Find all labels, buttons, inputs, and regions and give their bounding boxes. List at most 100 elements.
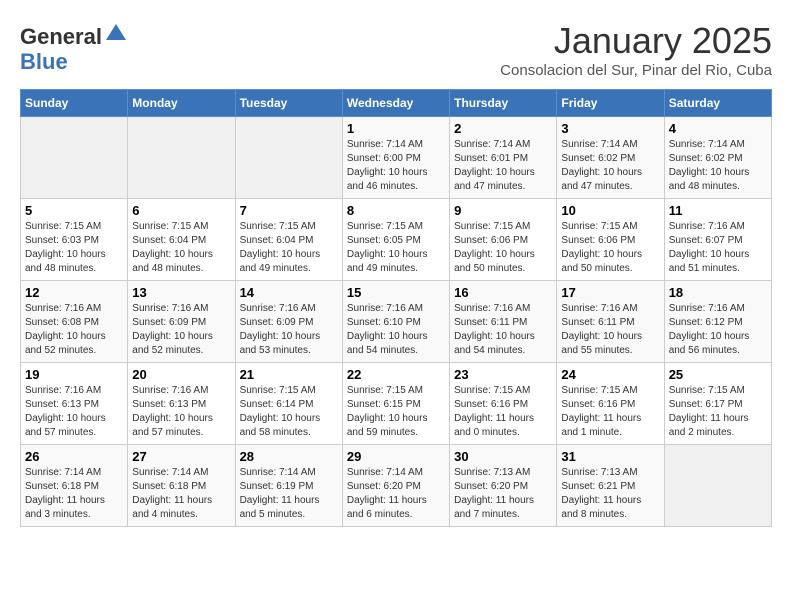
calendar-cell: 17Sunrise: 7:16 AM Sunset: 6:11 PM Dayli… [557,281,664,363]
day-number: 15 [347,285,445,300]
day-number: 12 [25,285,123,300]
calendar-cell: 26 Sunrise: 7:14 AM Sunset: 6:18 PM Dayli… [21,445,128,527]
day-header-wednesday: Wednesday [342,90,449,117]
calendar-table: SundayMondayTuesdayWednesdayThursdayFrid… [20,89,772,527]
day-info: Sunrise: 7:14 AM Sunset: 6:18 PM Dayligh… [25,466,123,522]
day-info: Sunrise: 7:15 AM Sunset: 6:16 PM Dayligh… [561,384,659,440]
day-number: 19 [25,367,123,382]
day-info: Sunrise: 7:14 AM Sunset: 6:02 PM Dayligh… [669,138,767,194]
day-number: 4 [669,121,767,136]
logo-blue: Blue [20,49,68,75]
calendar-cell [21,117,128,199]
day-info: Sunrise: 7:15 AM Sunset: 6:04 PM Dayligh… [240,220,338,276]
day-number: 17 [561,285,659,300]
calendar-cell: 24 Sunrise: 7:15 AM Sunset: 6:16 PM Dayli… [557,363,664,445]
week-row: 1Sunrise: 7:14 AM Sunset: 6:00 PM Daylig… [21,117,772,199]
day-number: 16 [454,285,552,300]
day-info: Sunrise: 7:15 AM Sunset: 6:14 PM Dayligh… [240,384,338,440]
day-number: 2 [454,121,552,136]
day-header-thursday: Thursday [450,90,557,117]
logo-general: General [20,24,102,49]
calendar-cell: 23 Sunrise: 7:15 AM Sunset: 6:16 PM Dayli… [450,363,557,445]
day-number: 23 [454,367,552,382]
calendar-cell: 2Sunrise: 7:14 AM Sunset: 6:01 PM Daylig… [450,117,557,199]
day-number: 1 [347,121,445,136]
calendar-cell: 3 Sunrise: 7:14 AM Sunset: 6:02 PM Daylig… [557,117,664,199]
day-number: 28 [240,449,338,464]
day-header-tuesday: Tuesday [235,90,342,117]
day-number: 6 [132,203,230,218]
calendar-cell: 11 Sunrise: 7:16 AM Sunset: 6:07 PM Dayli… [664,199,771,281]
day-info: Sunrise: 7:16 AM Sunset: 6:13 PM Dayligh… [25,384,123,440]
day-number: 31 [561,449,659,464]
day-info: Sunrise: 7:15 AM Sunset: 6:03 PM Dayligh… [25,220,123,276]
calendar-cell: 18Sunrise: 7:16 AM Sunset: 6:12 PM Dayli… [664,281,771,363]
day-info: Sunrise: 7:15 AM Sunset: 6:06 PM Dayligh… [561,220,659,276]
calendar-cell: 22 Sunrise: 7:15 AM Sunset: 6:15 PM Dayli… [342,363,449,445]
day-number: 26 [25,449,123,464]
day-info: Sunrise: 7:16 AM Sunset: 6:09 PM Dayligh… [132,302,230,358]
day-info: Sunrise: 7:15 AM Sunset: 6:06 PM Dayligh… [454,220,552,276]
calendar-cell: 19 Sunrise: 7:16 AM Sunset: 6:13 PM Dayli… [21,363,128,445]
day-info: Sunrise: 7:16 AM Sunset: 6:09 PM Dayligh… [240,302,338,358]
calendar-cell: 30 Sunrise: 7:13 AM Sunset: 6:20 PM Dayli… [450,445,557,527]
day-number: 11 [669,203,767,218]
calendar-cell: 7 Sunrise: 7:15 AM Sunset: 6:04 PM Daylig… [235,199,342,281]
day-info: Sunrise: 7:14 AM Sunset: 6:19 PM Dayligh… [240,466,338,522]
day-info: Sunrise: 7:15 AM Sunset: 6:04 PM Dayligh… [132,220,230,276]
day-number: 18 [669,285,767,300]
calendar-cell: 9Sunrise: 7:15 AM Sunset: 6:06 PM Daylig… [450,199,557,281]
day-number: 3 [561,121,659,136]
calendar-cell: 21 Sunrise: 7:15 AM Sunset: 6:14 PM Dayli… [235,363,342,445]
day-number: 10 [561,203,659,218]
day-header-monday: Monday [128,90,235,117]
day-info: Sunrise: 7:15 AM Sunset: 6:17 PM Dayligh… [669,384,767,440]
subtitle: Consolacion del Sur, Pinar del Rio, Cuba [500,62,772,79]
day-number: 24 [561,367,659,382]
day-info: Sunrise: 7:15 AM Sunset: 6:15 PM Dayligh… [347,384,445,440]
day-info: Sunrise: 7:16 AM Sunset: 6:13 PM Dayligh… [132,384,230,440]
day-info: Sunrise: 7:16 AM Sunset: 6:07 PM Dayligh… [669,220,767,276]
day-number: 22 [347,367,445,382]
day-number: 27 [132,449,230,464]
days-header-row: SundayMondayTuesdayWednesdayThursdayFrid… [21,90,772,117]
day-info: Sunrise: 7:13 AM Sunset: 6:20 PM Dayligh… [454,466,552,522]
calendar-cell: 5 Sunrise: 7:15 AM Sunset: 6:03 PM Daylig… [21,199,128,281]
week-row: 5 Sunrise: 7:15 AM Sunset: 6:03 PM Daylig… [21,199,772,281]
week-row: 19 Sunrise: 7:16 AM Sunset: 6:13 PM Dayli… [21,363,772,445]
day-number: 7 [240,203,338,218]
day-number: 21 [240,367,338,382]
day-info: Sunrise: 7:15 AM Sunset: 6:05 PM Dayligh… [347,220,445,276]
calendar-cell: 29Sunrise: 7:14 AM Sunset: 6:20 PM Dayli… [342,445,449,527]
month-title: January 2025 [500,20,772,62]
calendar-cell: 31 Sunrise: 7:13 AM Sunset: 6:21 PM Dayli… [557,445,664,527]
calendar-cell: 13Sunrise: 7:16 AM Sunset: 6:09 PM Dayli… [128,281,235,363]
page-header: General Blue January 2025 Consolacion de… [20,20,772,79]
day-info: Sunrise: 7:15 AM Sunset: 6:16 PM Dayligh… [454,384,552,440]
week-row: 26 Sunrise: 7:14 AM Sunset: 6:18 PM Dayli… [21,445,772,527]
calendar-cell [128,117,235,199]
day-number: 20 [132,367,230,382]
calendar-cell [664,445,771,527]
day-number: 30 [454,449,552,464]
day-header-sunday: Sunday [21,90,128,117]
week-row: 12 Sunrise: 7:16 AM Sunset: 6:08 PM Dayli… [21,281,772,363]
calendar-cell: 4 Sunrise: 7:14 AM Sunset: 6:02 PM Daylig… [664,117,771,199]
day-number: 5 [25,203,123,218]
calendar-cell: 25 Sunrise: 7:15 AM Sunset: 6:17 PM Dayli… [664,363,771,445]
logo-text: General [20,20,128,49]
day-header-friday: Friday [557,90,664,117]
day-info: Sunrise: 7:14 AM Sunset: 6:20 PM Dayligh… [347,466,445,522]
day-info: Sunrise: 7:14 AM Sunset: 6:02 PM Dayligh… [561,138,659,194]
calendar-cell: 8Sunrise: 7:15 AM Sunset: 6:05 PM Daylig… [342,199,449,281]
logo-icon [104,20,128,44]
day-info: Sunrise: 7:14 AM Sunset: 6:18 PM Dayligh… [132,466,230,522]
logo: General Blue [20,20,128,75]
day-info: Sunrise: 7:13 AM Sunset: 6:21 PM Dayligh… [561,466,659,522]
day-number: 25 [669,367,767,382]
calendar-cell: 28 Sunrise: 7:14 AM Sunset: 6:19 PM Dayli… [235,445,342,527]
calendar-cell: 1Sunrise: 7:14 AM Sunset: 6:00 PM Daylig… [342,117,449,199]
calendar-cell: 6 Sunrise: 7:15 AM Sunset: 6:04 PM Daylig… [128,199,235,281]
day-info: Sunrise: 7:16 AM Sunset: 6:08 PM Dayligh… [25,302,123,358]
title-block: January 2025 Consolacion del Sur, Pinar … [500,20,772,79]
